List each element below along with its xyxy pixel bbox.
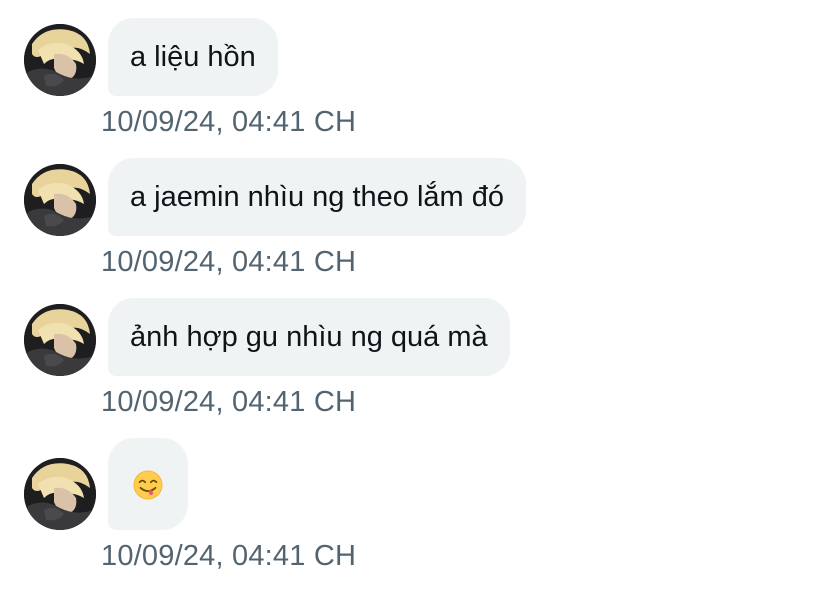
avatar-photo-icon <box>24 458 96 530</box>
message-bubble[interactable]: a jaemin nhìu ng theo lắm đó <box>108 158 527 236</box>
message-text: a liệu hồn <box>130 41 256 73</box>
avatar-photo-icon <box>24 164 96 236</box>
message-timestamp: 10/09/24, 04:41 CH <box>101 386 357 418</box>
message-text: ảnh hợp gu nhìu ng quá mà <box>130 321 488 353</box>
message-timestamp: 10/09/24, 04:41 CH <box>101 540 357 572</box>
message-thread: a liệu hồn 10/09/24, 04:41 CH a jaemin n… <box>0 0 828 591</box>
face-savoring-food-icon <box>133 470 163 500</box>
sender-avatar[interactable] <box>24 458 96 530</box>
sender-avatar[interactable] <box>24 304 96 376</box>
message-text: a jaemin nhìu ng theo lắm đó <box>130 181 505 213</box>
avatar-photo-icon <box>24 304 96 376</box>
message-bubble[interactable]: ảnh hợp gu nhìu ng quá mà <box>108 298 510 376</box>
sender-avatar[interactable] <box>24 24 96 96</box>
sender-avatar[interactable] <box>24 164 96 236</box>
message-timestamp: 10/09/24, 04:41 CH <box>101 106 357 138</box>
message-timestamp: 10/09/24, 04:41 CH <box>101 246 357 278</box>
message-bubble[interactable]: a liệu hồn <box>108 18 278 96</box>
avatar-photo-icon <box>24 24 96 96</box>
message-bubble[interactable] <box>108 438 188 530</box>
